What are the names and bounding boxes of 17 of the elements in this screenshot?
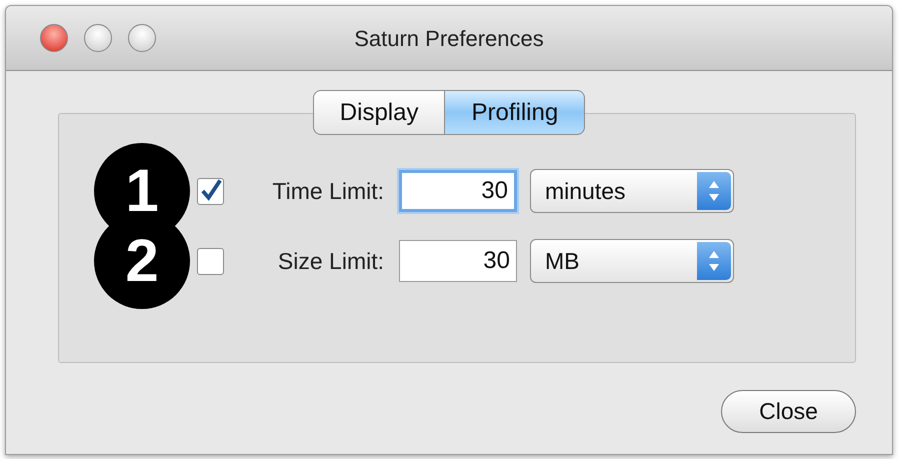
minimize-window-icon[interactable] — [84, 24, 112, 52]
checkbox[interactable] — [197, 178, 224, 204]
unit-dropdown[interactable]: MB — [530, 239, 734, 283]
tab[interactable]: Profiling — [445, 90, 586, 135]
stepper-icon — [697, 242, 731, 280]
limit-label: Time Limit: — [271, 176, 384, 206]
number-field[interactable]: 30 — [399, 240, 517, 282]
zoom-window-icon[interactable] — [128, 24, 156, 52]
number-field[interactable]: 30 — [399, 170, 517, 212]
limit-label: Size Limit: — [276, 246, 384, 276]
checkbox[interactable] — [197, 248, 224, 274]
window-title: Saturn Preferences — [354, 26, 544, 50]
stepper-icon — [697, 172, 731, 210]
close-button[interactable]: Close — [721, 390, 856, 433]
unit-dropdown[interactable]: minutes — [530, 169, 734, 213]
close-window-icon[interactable] — [40, 24, 68, 52]
tab[interactable]: Display — [312, 90, 446, 135]
